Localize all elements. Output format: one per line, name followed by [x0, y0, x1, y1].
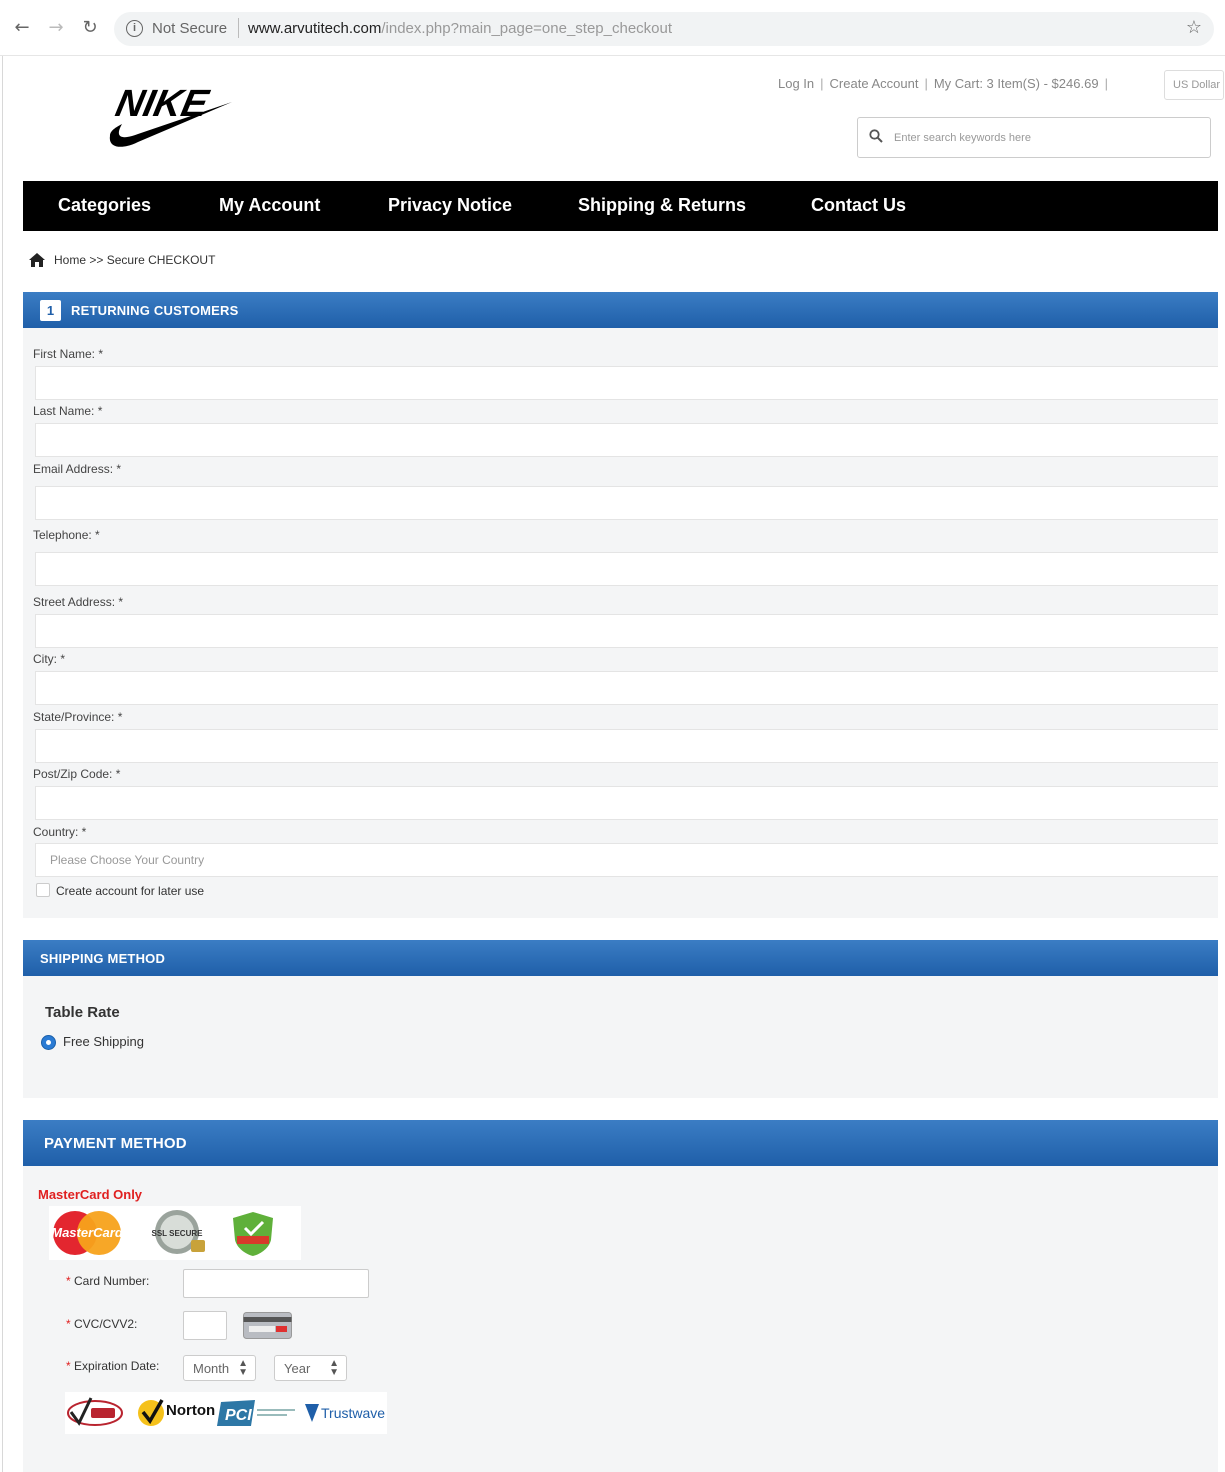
free-shipping-label[interactable]: Free Shipping	[63, 1034, 144, 1049]
payment-method-section: PAYMENT METHOD MasterCard Only MasterCar…	[23, 1120, 1218, 1472]
link-divider: |	[924, 76, 928, 91]
address-divider	[238, 18, 239, 38]
telephone-field[interactable]	[35, 552, 1218, 586]
expiration-label: * Expiration Date:	[66, 1359, 160, 1373]
shipping-method-name: Table Rate	[45, 1004, 120, 1021]
payment-method-header: PAYMENT METHOD	[23, 1120, 1218, 1166]
section-title: RETURNING CUSTOMERS	[71, 303, 239, 318]
card-number-label: * Card Number:	[66, 1274, 150, 1288]
login-link[interactable]: Log In	[778, 76, 814, 91]
shipping-method-header: SHIPPING METHOD	[23, 940, 1218, 976]
create-account-link[interactable]: Create Account	[830, 76, 919, 91]
verified-by-visa-icon	[67, 1397, 123, 1426]
select-arrows-icon: ▲ ▼	[329, 1358, 339, 1378]
currency-select[interactable]: US Dollar	[1164, 70, 1224, 100]
cvc-label: * CVC/CVV2:	[66, 1317, 138, 1331]
nav-categories[interactable]: Categories	[58, 195, 151, 216]
state-field[interactable]	[35, 729, 1218, 763]
breadcrumb-current: Secure CHECKOUT	[106, 253, 216, 267]
cvc-field[interactable]	[183, 1311, 227, 1340]
page-frame	[2, 56, 3, 1472]
create-account-label[interactable]: Create account for later use	[56, 884, 204, 898]
month-select-value: Month	[193, 1361, 230, 1376]
url-host: www.arvutitech.com	[248, 20, 382, 37]
pci-icon: PCI	[217, 1400, 295, 1426]
nav-my-account[interactable]: My Account	[219, 195, 320, 216]
returning-customers-section: 1 RETURNING CUSTOMERS First Name: * Last…	[23, 292, 1218, 918]
nav-contact-us[interactable]: Contact Us	[811, 195, 906, 216]
city-label: City: *	[33, 652, 66, 666]
pci-text: PCI	[225, 1407, 252, 1424]
street-address-label: Street Address: *	[33, 595, 124, 609]
url-path: /index.php?main_page=one_step_checkout	[381, 20, 673, 37]
select-arrows-icon: ▲ ▼	[238, 1358, 248, 1378]
norton-text: Norton	[166, 1402, 215, 1419]
link-divider: |	[820, 76, 824, 91]
mastercard-only-notice: MasterCard Only	[38, 1187, 143, 1202]
step-number: 1	[40, 300, 61, 321]
bookmark-star-icon[interactable]: ☆	[1186, 17, 1202, 38]
telephone-label: Telephone: *	[33, 528, 100, 542]
security-shield-icon	[233, 1212, 273, 1256]
trust-seals: Norton PCI Trustwave	[65, 1392, 387, 1434]
street-address-field[interactable]	[35, 614, 1218, 648]
returning-customers-header: 1 RETURNING CUSTOMERS	[23, 292, 1218, 328]
search-icon[interactable]	[868, 128, 884, 144]
card-brand-text: MasterCard	[51, 1225, 124, 1240]
nav-shipping-returns[interactable]: Shipping & Returns	[578, 195, 746, 216]
email-field[interactable]	[35, 486, 1218, 520]
brand-wordmark: NIKE	[112, 82, 213, 125]
trustwave-text: Trustwave	[321, 1405, 385, 1421]
security-status: Not Secure	[152, 20, 228, 37]
reload-icon[interactable]: ↻	[78, 16, 102, 40]
info-icon[interactable]: i	[126, 20, 143, 37]
city-field[interactable]	[35, 671, 1218, 705]
year-select[interactable]: Year ▲ ▼	[274, 1355, 347, 1381]
norton-check-icon: Norton	[138, 1399, 215, 1426]
cart-link[interactable]: My Cart: 3 Item(S) - $246.69	[934, 76, 1099, 91]
search-box[interactable]	[857, 117, 1211, 158]
month-select[interactable]: Month ▲ ▼	[183, 1355, 256, 1381]
first-name-label: First Name: *	[33, 347, 104, 361]
zip-field[interactable]	[35, 786, 1218, 820]
free-shipping-radio[interactable]	[41, 1035, 56, 1050]
section-title: SHIPPING METHOD	[40, 951, 166, 966]
country-select[interactable]: Please Choose Your Country	[35, 843, 1218, 877]
payment-badges: MasterCard SSL SECURE	[49, 1206, 301, 1260]
nike-logo[interactable]: NIKE	[108, 78, 234, 152]
ssl-badge-text: SSL SECURE	[152, 1229, 204, 1238]
card-number-field[interactable]	[183, 1269, 369, 1298]
breadcrumb-home[interactable]: Home	[54, 253, 86, 267]
state-label: State/Province: *	[33, 710, 123, 724]
account-links: Log In | Create Account | My Cart: 3 Item(S)…	[778, 76, 1114, 91]
section-title: PAYMENT METHOD	[44, 1135, 187, 1152]
shipping-method-section: SHIPPING METHOD Table Rate Free Shipping	[23, 940, 1218, 1098]
ssl-secure-icon: SSL SECURE	[152, 1210, 205, 1254]
address-bar[interactable]: i Not Secure www.arvutitech.com/index.ph…	[114, 12, 1214, 46]
year-select-value: Year	[284, 1361, 311, 1376]
create-account-checkbox[interactable]	[36, 883, 50, 897]
home-icon[interactable]	[28, 252, 46, 268]
link-divider: |	[1104, 76, 1108, 91]
browser-toolbar: ← → ↻ i Not Secure www.arvutitech.com/in…	[0, 0, 1225, 56]
search-input[interactable]	[894, 128, 1194, 148]
breadcrumb: Home >> Secure CHECKOUT	[54, 253, 215, 267]
nav-privacy-notice[interactable]: Privacy Notice	[388, 195, 512, 216]
last-name-field[interactable]	[35, 423, 1218, 457]
url-text[interactable]: www.arvutitech.com/index.php?main_page=o…	[248, 20, 672, 37]
forward-icon[interactable]: →	[44, 16, 68, 40]
trustwave-icon: Trustwave	[305, 1404, 385, 1422]
mastercard-icon: MasterCard	[51, 1211, 124, 1255]
zip-label: Post/Zip Code: *	[33, 767, 121, 781]
email-label: Email Address: *	[33, 462, 122, 476]
first-name-field[interactable]	[35, 366, 1218, 400]
breadcrumb-separator: >>	[89, 253, 104, 267]
country-label: Country: *	[33, 825, 87, 839]
main-navigation: Categories My Account Privacy Notice Shi…	[23, 181, 1218, 231]
cvc-card-icon	[243, 1312, 292, 1339]
last-name-label: Last Name: *	[33, 404, 103, 418]
back-icon[interactable]: ←	[10, 16, 34, 40]
